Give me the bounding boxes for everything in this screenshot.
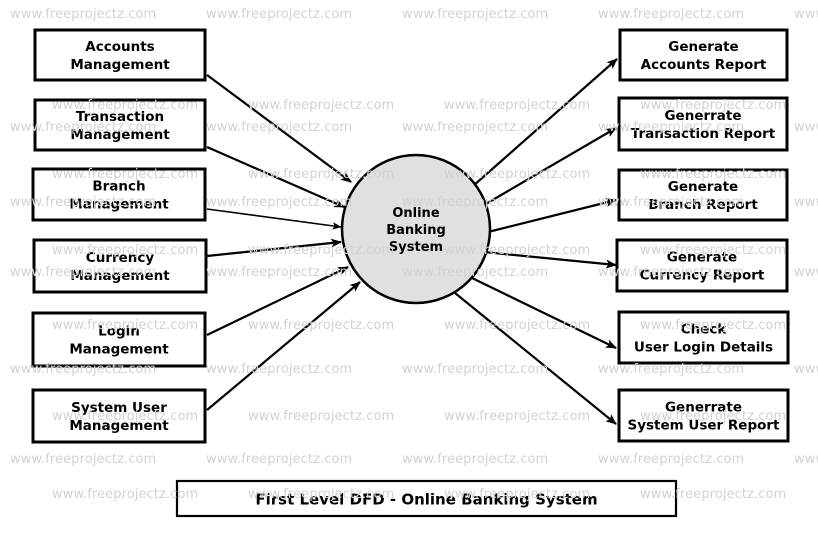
process-label-line: Banking <box>386 223 446 238</box>
node-label-line: Branch Report <box>648 197 758 213</box>
input-node-accounts-management[interactable]: Accounts Management <box>33 28 207 82</box>
flow-systemuser-in-arrow <box>206 281 361 411</box>
flow-currency-in-arrow <box>206 238 342 258</box>
output-node-generate-branch-report[interactable]: Generate Branch Report <box>617 168 789 222</box>
output-node-check-user-login-details[interactable]: Check User Login Details <box>617 310 790 365</box>
node-label-line: Check <box>681 322 728 338</box>
node-label-line: Generate <box>668 39 738 55</box>
input-node-login-management[interactable]: Login Management <box>31 311 207 368</box>
node-label-line: Currency Report <box>640 268 765 284</box>
output-node-generate-accounts-report[interactable]: Generate Accounts Report <box>618 28 789 82</box>
node-label-line: Generrate <box>664 108 741 124</box>
node-label-line: Transaction Report <box>631 126 776 142</box>
flow-transaction-in-arrow <box>206 145 345 209</box>
process-label-line: System <box>389 240 443 255</box>
node-label-line: Management <box>69 197 169 213</box>
input-node-branch-management[interactable]: Branch Management <box>31 167 207 222</box>
node-box-outline <box>31 311 207 368</box>
node-box-outline <box>617 96 789 152</box>
input-node-currency-management[interactable]: Currency Management <box>32 238 208 294</box>
flow-accounts-out-arrow <box>472 58 618 187</box>
input-node-system-user-management[interactable]: System User Management <box>31 388 207 444</box>
node-label-line: Currency <box>86 250 155 266</box>
node-label-line: Accounts <box>85 39 154 55</box>
flow-systemuser-out-arrow <box>454 292 617 425</box>
diagram-caption: First Level DFD - Online Banking System <box>175 479 678 518</box>
node-box-outline <box>32 238 208 294</box>
flow-branch-in-arrow <box>206 208 342 230</box>
flow-login-out-arrow <box>469 276 617 349</box>
node-label-line: System User <box>71 400 167 416</box>
node-label-line: Accounts Report <box>641 57 767 73</box>
node-label-line: Login <box>98 324 140 340</box>
node-label-line: System User Report <box>627 418 780 434</box>
flow-accounts-in-arrow <box>206 74 352 183</box>
node-label-line: Management <box>70 57 170 73</box>
output-entity-nodes: Generate Accounts Report Generrate Transact… <box>615 28 790 443</box>
flow-branch-out-arrow <box>487 198 617 234</box>
input-node-transaction-management[interactable]: Transaction Management <box>33 98 207 152</box>
node-box-outline <box>31 388 207 444</box>
central-process-node: Online Banking System <box>340 153 492 305</box>
node-label-line: Generate <box>668 179 738 195</box>
output-node-generate-currency-report[interactable]: Generate Currency Report <box>615 238 789 293</box>
flow-transaction-out-arrow <box>483 127 617 206</box>
dfd-svg: AccountsManagementTransactionManagementB… <box>31 28 790 518</box>
node-label-line: User Login Details <box>634 340 773 356</box>
flow-currency-out-arrow <box>483 250 617 269</box>
node-label-line: Management <box>69 418 169 434</box>
node-label-line: Generrate <box>665 400 742 416</box>
node-label-line: Management <box>69 342 169 358</box>
node-label-line: Management <box>70 127 170 143</box>
process-label-line: Online <box>392 206 439 221</box>
node-label-line: Generate <box>667 250 737 266</box>
output-node-generate-system-user-report[interactable]: Generrate System User Report <box>617 388 790 443</box>
node-label-line: Transaction <box>76 109 164 125</box>
input-entity-nodes: AccountsManagementTransactionManagementB… <box>31 28 208 444</box>
dfd-canvas: Accounts Management Transaction Management B… <box>0 0 818 549</box>
input-flow-arrows <box>206 74 361 411</box>
flow-login-in-arrow <box>206 266 349 336</box>
node-label-line: Management <box>70 268 170 284</box>
output-node-generate-transaction-report[interactable]: Generrate Transaction Report <box>617 96 789 152</box>
diagram-title-text: First Level DFD - Online Banking System <box>255 491 597 509</box>
node-label-line: Branch <box>92 179 145 195</box>
